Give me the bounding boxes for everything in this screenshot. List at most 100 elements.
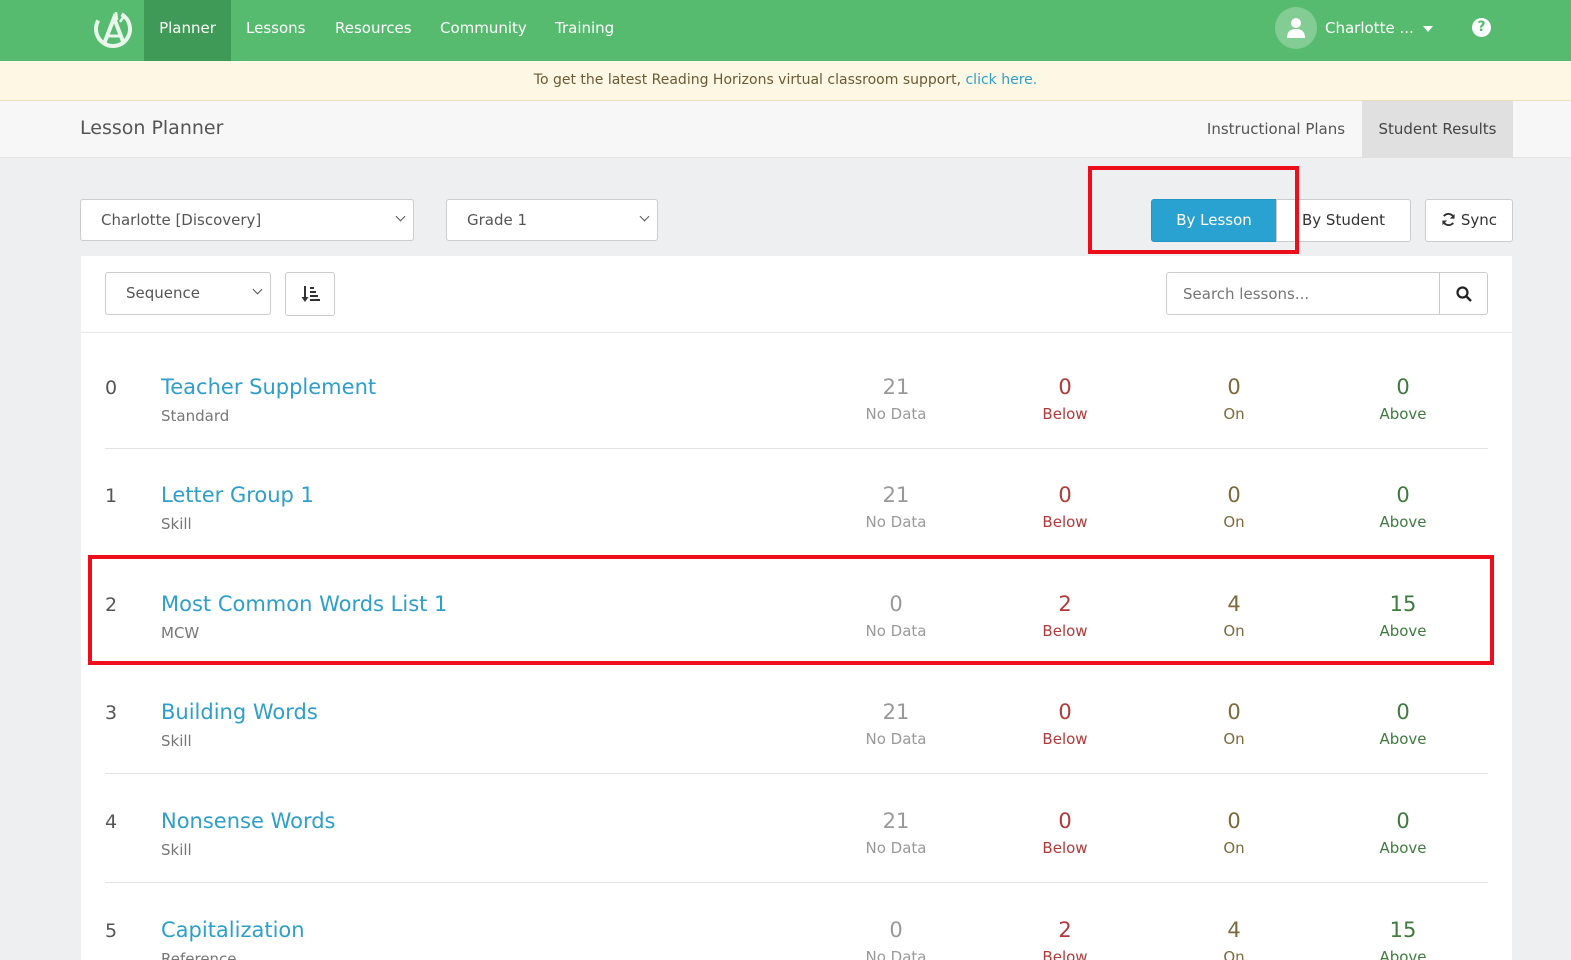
stat-label: No Data — [865, 948, 927, 960]
lesson-title-link[interactable]: Capitalization — [161, 918, 305, 942]
stat-label: On — [1223, 730, 1245, 748]
stat-label: Above — [1379, 405, 1427, 423]
lesson-type: Skill — [161, 732, 192, 750]
lesson-title-link[interactable]: Letter Group 1 — [161, 483, 314, 507]
top-navbar: Planner Lessons Resources Community Trai… — [0, 0, 1571, 61]
nav-resources[interactable]: Resources — [335, 0, 412, 61]
chevron-down-icon — [639, 211, 650, 222]
lesson-index: 4 — [105, 811, 118, 833]
stat-value: 0 — [889, 918, 903, 942]
tab-student-results[interactable]: Student Results — [1362, 101, 1513, 158]
banner-link[interactable]: click here. — [965, 72, 1037, 88]
search-icon — [1456, 286, 1472, 302]
caret-down-icon — [1423, 26, 1433, 32]
stat-value: 0 — [1396, 809, 1410, 833]
lesson-row: 1 Letter Group 1 Skill 21 No Data 0 Below … — [105, 449, 1488, 557]
nav-planner[interactable]: Planner — [144, 0, 231, 61]
page-header: Lesson Planner Instructional Plans Stude… — [0, 101, 1571, 158]
stat-value: 0 — [1227, 700, 1241, 724]
avatar — [1275, 7, 1317, 49]
stat-label: On — [1223, 839, 1245, 857]
grade-select[interactable]: Grade 1 — [446, 199, 658, 241]
nav-training[interactable]: Training — [555, 0, 614, 61]
lesson-title-link[interactable]: Nonsense Words — [161, 809, 336, 833]
nav-community[interactable]: Community — [440, 0, 527, 61]
sync-button[interactable]: Sync — [1425, 199, 1513, 242]
stat-no-data[interactable]: 21 No Data — [836, 809, 956, 857]
stat-below[interactable]: 0 Below — [1005, 375, 1125, 423]
stat-no-data[interactable]: 21 No Data — [836, 483, 956, 531]
user-name: Charlotte ... — [1325, 19, 1414, 37]
stat-value: 0 — [1058, 375, 1072, 399]
app-logo-icon[interactable] — [90, 6, 136, 52]
stat-value: 15 — [1389, 918, 1417, 942]
sort-descending-icon — [301, 286, 320, 302]
stat-value: 4 — [1227, 918, 1241, 942]
user-icon — [1287, 18, 1305, 38]
stat-above[interactable]: 0 Above — [1343, 483, 1463, 531]
stat-below[interactable]: 0 Below — [1005, 483, 1125, 531]
stat-above[interactable]: 0 Above — [1343, 700, 1463, 748]
stat-label: Below — [1042, 948, 1088, 960]
help-icon[interactable]: ? — [1472, 18, 1491, 37]
stat-value: 0 — [1058, 809, 1072, 833]
tab-instructional-plans[interactable]: Instructional Plans — [1192, 101, 1360, 158]
stat-no-data[interactable]: 21 No Data — [836, 375, 956, 423]
stat-label: On — [1223, 405, 1245, 423]
lesson-type: Skill — [161, 841, 192, 859]
stat-label: Above — [1379, 730, 1427, 748]
highlight-box-view-toggle — [1088, 166, 1299, 254]
lesson-title-link[interactable]: Building Words — [161, 700, 318, 724]
stat-above[interactable]: 15 Above — [1343, 918, 1463, 960]
stat-below[interactable]: 2 Below — [1005, 918, 1125, 960]
sync-label: Sync — [1460, 211, 1497, 229]
search-button[interactable] — [1439, 272, 1488, 315]
stat-label: No Data — [865, 513, 927, 531]
stat-on[interactable]: 0 On — [1174, 700, 1294, 748]
lesson-row: 5 Capitalization Reference 0 No Data 2 Bel… — [105, 884, 1488, 960]
stat-no-data[interactable]: 21 No Data — [836, 700, 956, 748]
refresh-icon — [1442, 212, 1455, 227]
banner-text: To get the latest Reading Horizons virtu… — [533, 72, 962, 88]
stat-below[interactable]: 0 Below — [1005, 700, 1125, 748]
stat-label: No Data — [865, 730, 927, 748]
stat-no-data[interactable]: 0 No Data — [836, 918, 956, 960]
stat-label: Above — [1379, 948, 1427, 960]
lesson-row: 3 Building Words Skill 21 No Data 0 Below … — [105, 666, 1488, 774]
lesson-index: 3 — [105, 702, 118, 724]
lesson-type: Skill — [161, 515, 192, 533]
stat-on[interactable]: 0 On — [1174, 375, 1294, 423]
stat-above[interactable]: 0 Above — [1343, 809, 1463, 857]
panel-toolbar: Sequence — [81, 256, 1512, 333]
sort-select-value: Sequence — [126, 284, 200, 302]
sort-select[interactable]: Sequence — [105, 272, 271, 315]
page-title: Lesson Planner — [80, 117, 224, 139]
stat-label: No Data — [865, 405, 927, 423]
stat-label: Below — [1042, 405, 1088, 423]
stat-label: Below — [1042, 513, 1088, 531]
search-input[interactable] — [1166, 272, 1440, 315]
lesson-index: 5 — [105, 920, 118, 942]
stat-above[interactable]: 0 Above — [1343, 375, 1463, 423]
chevron-down-icon — [395, 211, 406, 222]
stat-below[interactable]: 0 Below — [1005, 809, 1125, 857]
stat-value: 0 — [1227, 375, 1241, 399]
stat-value: 21 — [882, 809, 910, 833]
nav-lessons[interactable]: Lessons — [246, 0, 305, 61]
school-select[interactable]: Charlotte [Discovery] — [80, 199, 414, 241]
stat-value: 21 — [882, 700, 910, 724]
announcement-banner: To get the latest Reading Horizons virtu… — [0, 61, 1571, 101]
lesson-row: 0 Teacher Supplement Standard 21 No Data … — [105, 341, 1488, 449]
stat-value: 0 — [1058, 483, 1072, 507]
stat-label: Below — [1042, 730, 1088, 748]
lesson-title-link[interactable]: Teacher Supplement — [161, 375, 376, 399]
stat-label: Above — [1379, 839, 1427, 857]
stat-value: 0 — [1396, 483, 1410, 507]
stat-on[interactable]: 0 On — [1174, 483, 1294, 531]
stat-value: 0 — [1396, 375, 1410, 399]
sort-order-button[interactable] — [285, 272, 335, 316]
stat-on[interactable]: 0 On — [1174, 809, 1294, 857]
stat-on[interactable]: 4 On — [1174, 918, 1294, 960]
stat-value: 2 — [1058, 918, 1072, 942]
stat-label: No Data — [865, 839, 927, 857]
